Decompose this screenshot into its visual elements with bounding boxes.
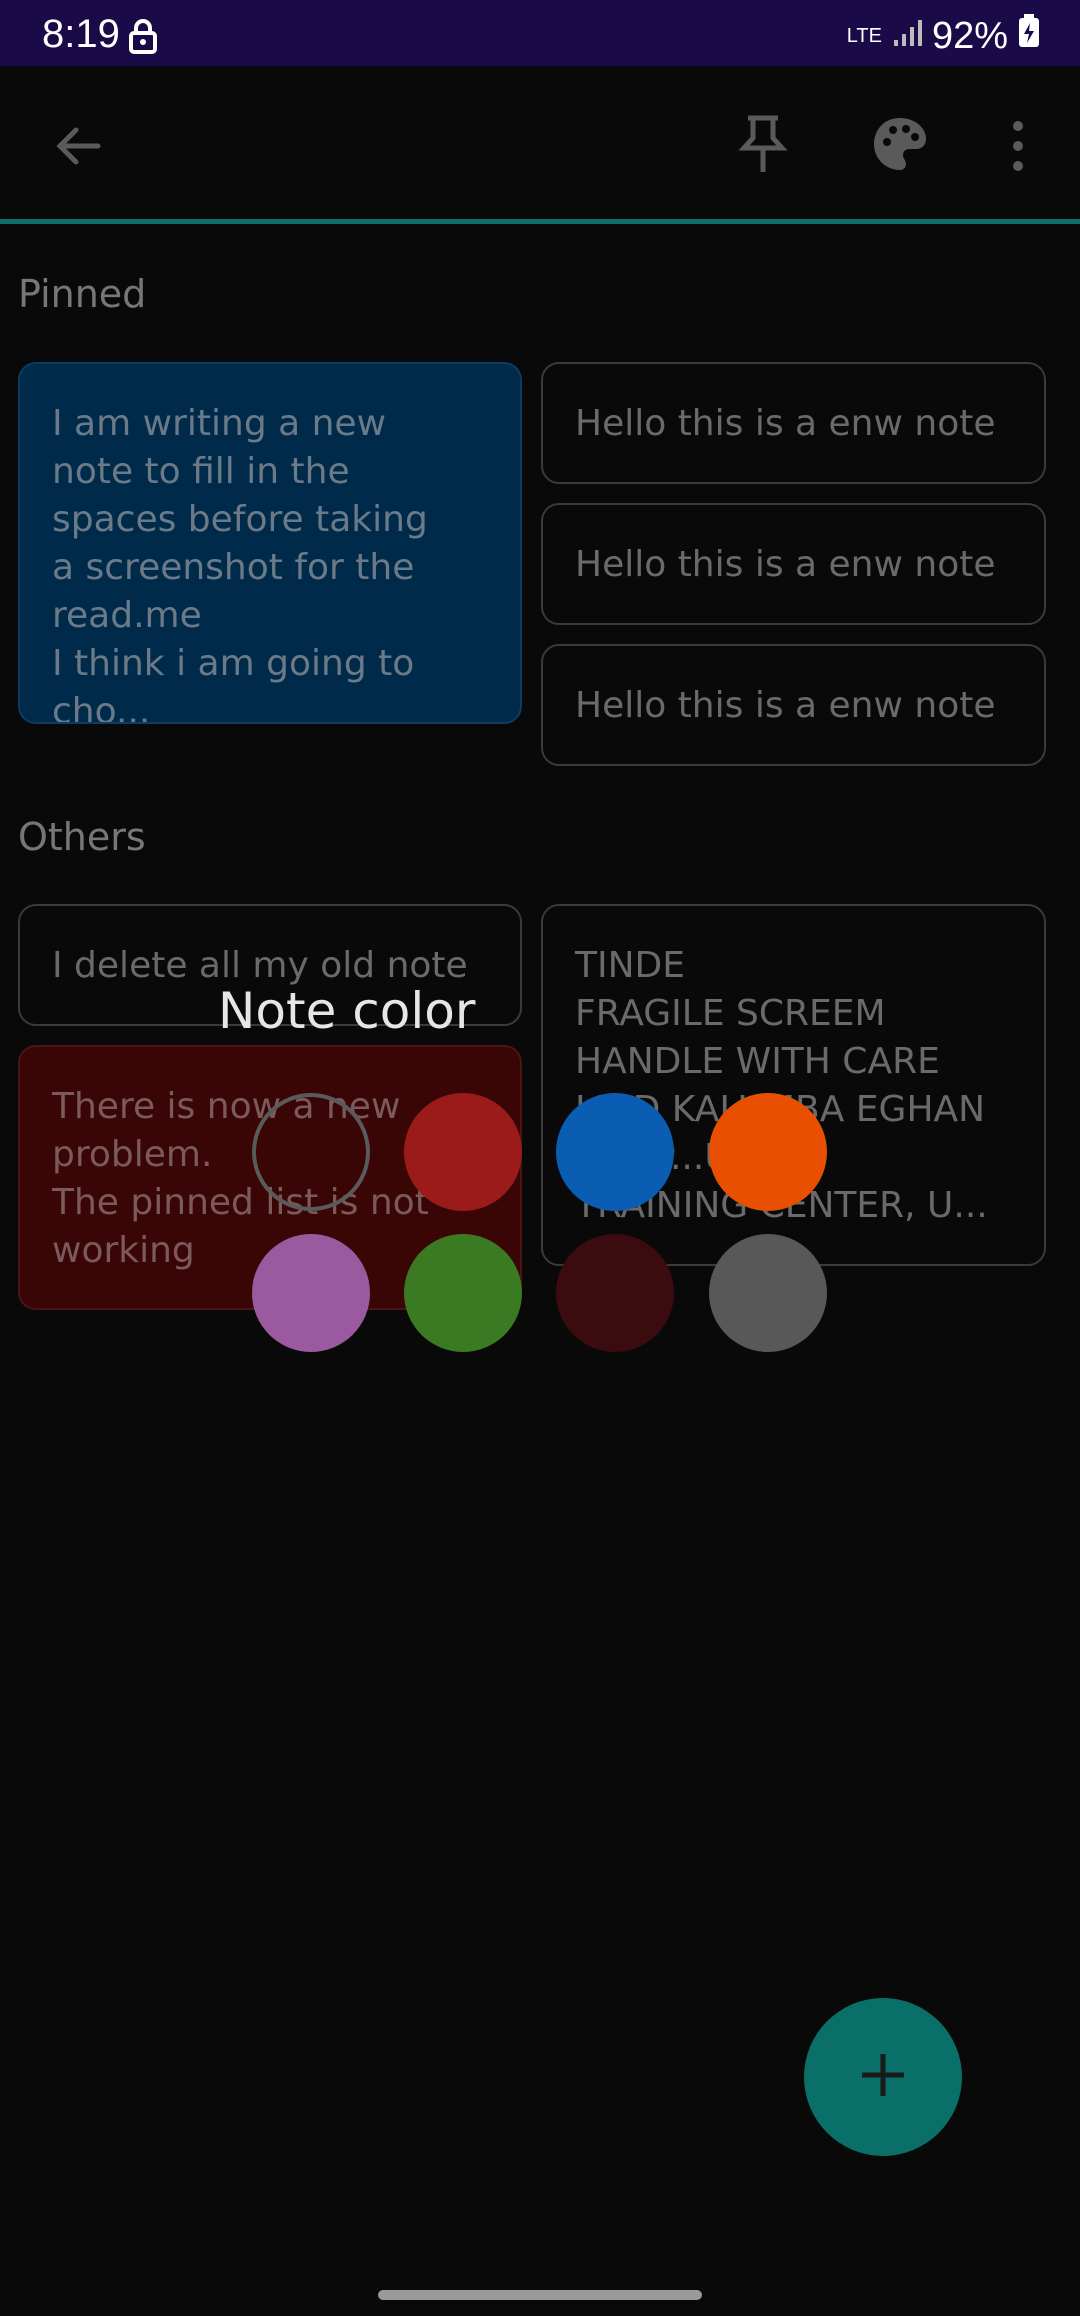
color-swatch-green[interactable] — [404, 1234, 522, 1352]
color-swatch-blue[interactable] — [556, 1093, 674, 1211]
battery-level: 92% — [931, 14, 1008, 57]
toolbar — [0, 66, 1080, 222]
signal-icon — [892, 15, 922, 58]
color-swatch-red[interactable] — [404, 1093, 522, 1211]
pin-icon[interactable] — [738, 114, 788, 174]
status-right: LTE 92% — [847, 14, 1040, 58]
color-swatch-grey[interactable] — [709, 1234, 827, 1352]
toolbar-divider — [0, 219, 1080, 224]
home-indicator[interactable] — [378, 2290, 702, 2300]
lock-icon — [128, 18, 158, 54]
more-vert-icon[interactable] — [1000, 116, 1036, 176]
pinned-note-card[interactable]: Hello this is a enw note — [541, 362, 1046, 484]
other-note-card[interactable]: TINDE FRAGILE SCREEM HANDLE WITH CARE LI… — [541, 904, 1046, 1266]
arrow-back-icon[interactable] — [50, 118, 106, 174]
add-note-button[interactable] — [804, 1998, 962, 2156]
pinned-note-card[interactable]: I am writing a new note to fill in the s… — [18, 362, 522, 724]
status-time: 8:19 — [42, 12, 120, 56]
network-type: LTE — [846, 25, 882, 47]
palette-icon[interactable] — [870, 114, 930, 174]
color-swatch-purple[interactable] — [252, 1234, 370, 1352]
color-swatch-default[interactable] — [252, 1093, 370, 1211]
color-swatch-orange[interactable] — [709, 1093, 827, 1211]
status-bar: 8:19 LTE 92% — [0, 0, 1080, 66]
note-color-title: Note color — [218, 982, 476, 1040]
pinned-note-card[interactable]: Hello this is a enw note — [541, 644, 1046, 766]
plus-icon — [858, 2050, 908, 2104]
pinned-note-card[interactable]: Hello this is a enw note — [541, 503, 1046, 625]
battery-icon — [1018, 14, 1040, 58]
section-title-others: Others — [18, 815, 146, 859]
section-title-pinned: Pinned — [18, 272, 147, 316]
color-swatch-maroon[interactable] — [556, 1234, 674, 1352]
